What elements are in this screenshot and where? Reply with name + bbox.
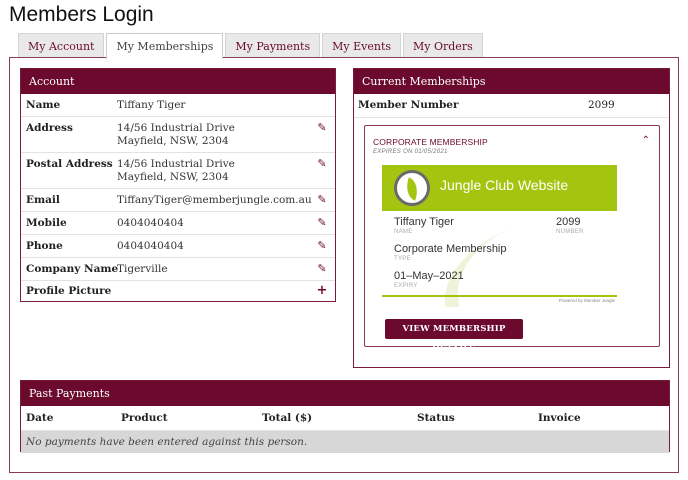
tab-my-account[interactable]: My Account: [18, 33, 105, 58]
account-row-postal-address: Postal Address 14/56 Industrial Drive Ma…: [21, 153, 335, 189]
leaf-logo-icon: [394, 170, 430, 206]
member-number-value: 2099: [588, 99, 615, 111]
column-header-invoice: Invoice: [538, 412, 581, 424]
past-payments-panel: Past Payments Date Product Total ($) Sta…: [20, 380, 670, 453]
field-label: Mobile: [26, 217, 67, 229]
field-value: 14/56 Industrial Drive: [117, 158, 235, 170]
card-number: 2099: [556, 216, 581, 228]
field-value: TiffanyTiger@memberjungle.com.au: [117, 194, 312, 206]
edit-icon[interactable]: ✎: [316, 240, 328, 252]
current-memberships-panel: Current Memberships Member Number 2099 C…: [353, 68, 670, 368]
member-number-row: Member Number 2099: [354, 94, 669, 118]
membership-card: CORPORATE MEMBERSHIP EXPIRES ON 01/05/20…: [364, 125, 660, 354]
card-number-caption: NUMBER: [556, 229, 584, 235]
account-row-phone: Phone 0404040404 ✎: [21, 235, 335, 258]
account-row-name: Name Tiffany Tiger: [21, 94, 335, 117]
edit-icon[interactable]: ✎: [316, 122, 328, 134]
field-label: Address: [26, 122, 73, 134]
empty-payments-message: No payments have been entered against th…: [21, 431, 669, 453]
field-value-line2: Mayfield, NSW, 2304: [117, 171, 229, 183]
plus-icon[interactable]: +: [316, 284, 328, 297]
field-value: Tigerville: [117, 263, 168, 275]
account-row-mobile: Mobile 0404040404 ✎: [21, 212, 335, 235]
column-header-total: Total ($): [262, 412, 313, 424]
column-header-date: Date: [26, 412, 54, 424]
account-panel-heading: Account: [21, 69, 335, 94]
tab-bar: My Account My Memberships My Payments My…: [18, 33, 483, 59]
account-row-profile-picture: Profile Picture +: [21, 281, 335, 302]
tab-my-orders[interactable]: My Orders: [403, 33, 483, 58]
tab-my-memberships[interactable]: My Memberships: [106, 33, 224, 59]
field-label: Phone: [26, 240, 63, 252]
column-header-status: Status: [417, 412, 455, 424]
field-value: 14/56 Industrial Drive: [117, 122, 235, 134]
account-row-email: Email TiffanyTiger@memberjungle.com.au ✎: [21, 189, 335, 212]
edit-icon[interactable]: ✎: [316, 217, 328, 229]
tab-content: Account Name Tiffany Tiger Address 14/56…: [9, 57, 679, 473]
card-type: Corporate Membership: [394, 243, 507, 255]
field-label: Name: [26, 99, 61, 111]
view-membership-details-button[interactable]: VIEW MEMBERSHIP DETAILS: [385, 319, 523, 354]
payments-table-header: Date Product Total ($) Status Invoice: [21, 406, 669, 431]
card-name: Tiffany Tiger: [394, 216, 454, 228]
membership-expiry: EXPIRES ON 01/05/2021: [373, 149, 448, 155]
card-brand: Jungle Club Website: [440, 177, 569, 193]
tab-my-payments[interactable]: My Payments: [225, 33, 321, 58]
field-label: Profile Picture: [26, 285, 112, 297]
card-name-caption: NAME: [394, 229, 413, 235]
card-footer-line: [382, 295, 617, 297]
field-value-line2: Mayfield, NSW, 2304: [117, 135, 229, 147]
edit-icon[interactable]: ✎: [316, 194, 328, 206]
account-panel: Account Name Tiffany Tiger Address 14/56…: [20, 68, 336, 302]
edit-icon[interactable]: ✎: [316, 158, 328, 170]
tab-my-events[interactable]: My Events: [322, 33, 402, 58]
field-label: Email: [26, 194, 60, 206]
field-label: Company Name: [26, 263, 119, 275]
field-value: Tiffany Tiger: [117, 99, 186, 111]
card-expiry: 01–May–2021: [394, 270, 464, 282]
card-type-caption: TYPE: [394, 256, 411, 262]
edit-icon[interactable]: ✎: [316, 263, 328, 275]
card-expiry-caption: EXPIRY: [394, 283, 418, 289]
membership-title: CORPORATE MEMBERSHIP: [373, 137, 488, 147]
membership-id-card: Jungle Club Website Tiffany Tiger NAME 2…: [382, 165, 617, 307]
member-number-label: Member Number: [358, 99, 459, 111]
current-memberships-heading: Current Memberships: [354, 69, 669, 94]
field-value: 0404040404: [117, 240, 184, 252]
past-payments-heading: Past Payments: [21, 381, 669, 406]
column-header-product: Product: [121, 412, 168, 424]
field-label: Postal Address: [26, 158, 113, 170]
chevron-up-icon[interactable]: ⌃: [642, 135, 650, 146]
field-value: 0404040404: [117, 217, 184, 229]
card-powered-by: Powered by Member Jungle: [558, 298, 615, 303]
page-title: Members Login: [9, 3, 154, 26]
account-row-company-name: Company Name Tigerville ✎: [21, 258, 335, 281]
account-row-address: Address 14/56 Industrial Drive Mayfield,…: [21, 117, 335, 153]
